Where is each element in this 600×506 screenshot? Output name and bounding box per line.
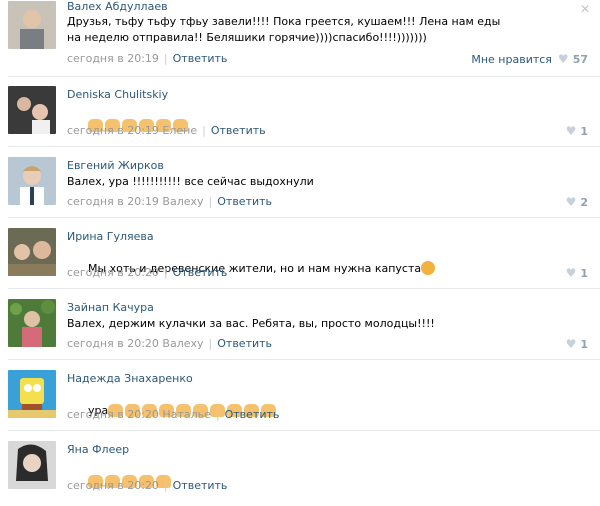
avatar[interactable]	[8, 299, 56, 347]
comment-date[interactable]: сегодня в 20:20	[67, 479, 159, 492]
comment-author[interactable]: Ирина Гуляева	[67, 230, 154, 243]
separator	[8, 146, 600, 147]
comment-text: Друзья, тьфу тьфу тфьу завели!!!! Пока г…	[67, 15, 504, 44]
comment-author[interactable]: Яна Флеер	[67, 443, 129, 456]
avatar[interactable]	[8, 157, 56, 205]
comment-item: Евгений Жирков Валех, ура !!!!!!!!!!! вс…	[0, 155, 600, 215]
comment-date[interactable]: сегодня в 20:19	[67, 124, 159, 137]
heart-icon[interactable]: ♥	[566, 337, 577, 351]
like-button[interactable]: Мне нравится ♥ 57	[471, 52, 588, 66]
reply-link[interactable]: Ответить	[225, 408, 280, 421]
reply-link[interactable]: Ответить	[211, 124, 266, 137]
like-count: 1	[580, 125, 588, 138]
comment-meta: сегодня в 20:20 | Ответить	[67, 266, 228, 279]
avatar[interactable]	[8, 370, 56, 418]
reply-link[interactable]: Ответить	[173, 479, 228, 492]
close-icon[interactable]: ✕	[580, 2, 590, 16]
separator	[8, 359, 600, 360]
like-label[interactable]: Мне нравится	[471, 53, 552, 66]
comment-item: Надежда Знахаренко ура сегодня в 20:20 Н…	[0, 368, 600, 428]
reply-link[interactable]: Ответить	[173, 266, 228, 279]
like-count: 1	[580, 338, 588, 351]
comment-item: Яна Флеер сегодня в 20:20 | Ответить	[0, 439, 600, 492]
reply-link[interactable]: Ответить	[173, 52, 228, 65]
like-button[interactable]: ♥ 2	[566, 195, 588, 209]
comment-text: Валех, держим кулачки за вас. Ребята, вы…	[67, 317, 435, 330]
separator	[8, 288, 600, 289]
reply-link[interactable]: Ответить	[217, 195, 272, 208]
comment-item: Зайнап Качура Валех, держим кулачки за в…	[0, 297, 600, 357]
like-button[interactable]: ♥ 1	[566, 266, 588, 280]
like-button[interactable]: ♥ 1	[566, 124, 588, 138]
reply-to[interactable]: Валеху	[162, 337, 203, 350]
comments-feed: Валех Абдуллаев ✕ Друзья, тьфу тьфу тфьу…	[0, 0, 600, 492]
reply-to[interactable]: Наталье	[162, 408, 210, 421]
reply-to[interactable]: Елене	[162, 124, 197, 137]
comment-meta: сегодня в 20:19 Валеху | Ответить	[67, 195, 273, 208]
comment-meta: сегодня в 20:19 Елене | Ответить	[67, 124, 266, 137]
comment-meta: сегодня в 20:20 Наталье | Ответить	[67, 408, 280, 421]
like-count: 57	[572, 53, 588, 66]
comment-meta: сегодня в 20:20 Валеху | Ответить	[67, 337, 273, 350]
comment-item: Валех Абдуллаев ✕ Друзья, тьфу тьфу тфьу…	[0, 0, 600, 72]
comment-author[interactable]: Евгений Жирков	[67, 159, 164, 172]
heart-icon[interactable]: ♥	[566, 124, 577, 138]
separator	[8, 217, 600, 218]
avatar[interactable]	[8, 86, 56, 134]
heart-icon[interactable]: ♥	[566, 266, 577, 280]
comment-author[interactable]: Валех Абдуллаев	[67, 0, 168, 13]
comment-author[interactable]: Надежда Знахаренко	[67, 372, 193, 385]
comment-date[interactable]: сегодня в 20:20	[67, 337, 159, 350]
grimace-emoji-icon	[421, 261, 436, 275]
comment-date[interactable]: сегодня в 20:19	[67, 52, 159, 65]
comment-item: Deniska Chulitskiy сегодня в 20:19 Елене…	[0, 84, 600, 144]
comment-date[interactable]: сегодня в 20:20	[67, 408, 159, 421]
reply-link[interactable]: Ответить	[217, 337, 272, 350]
avatar[interactable]	[8, 228, 56, 276]
comment-meta: сегодня в 20:19 | Ответить	[67, 52, 228, 65]
separator	[8, 430, 600, 431]
like-count: 2	[580, 196, 588, 209]
comment-text: Валех, ура !!!!!!!!!!! все сейчас выдохн…	[67, 175, 314, 188]
like-count: 1	[580, 267, 588, 280]
comment-author[interactable]: Deniska Chulitskiy	[67, 88, 168, 101]
comment-date[interactable]: сегодня в 20:20	[67, 266, 159, 279]
avatar[interactable]	[8, 441, 56, 489]
avatar[interactable]	[8, 1, 56, 49]
separator	[8, 76, 600, 77]
heart-icon[interactable]: ♥	[558, 52, 569, 66]
comment-meta: сегодня в 20:20 | Ответить	[67, 479, 228, 492]
reply-to[interactable]: Валеху	[162, 195, 203, 208]
like-button[interactable]: ♥ 1	[566, 337, 588, 351]
heart-icon[interactable]: ♥	[566, 195, 577, 209]
comment-author[interactable]: Зайнап Качура	[67, 301, 154, 314]
comment-item: Ирина Гуляева Мы хоть и деревенские жите…	[0, 226, 600, 286]
comment-date[interactable]: сегодня в 20:19	[67, 195, 159, 208]
